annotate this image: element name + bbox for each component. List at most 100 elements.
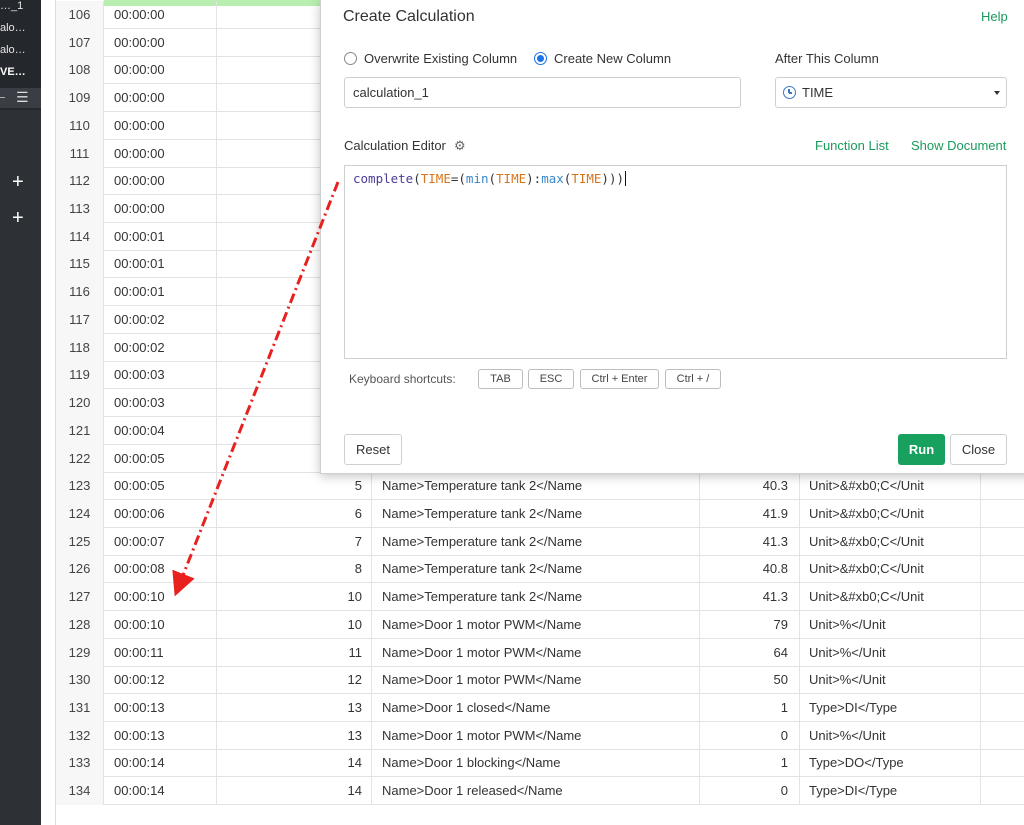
sidebar-tab-1[interactable]: …_1: [0, 0, 41, 17]
plus-icon[interactable]: +: [12, 172, 24, 192]
table-cell-time[interactable]: 00:00:10: [104, 583, 217, 611]
gear-icon[interactable]: ⚙: [454, 138, 466, 154]
table-cell-rn[interactable]: 134: [56, 777, 104, 805]
table-cell-rn[interactable]: 121: [56, 417, 104, 445]
table-cell-unit[interactable]: Unit>&#xb0;C</Unit: [800, 528, 981, 556]
table-cell-time[interactable]: 00:00:11: [104, 639, 217, 667]
table-cell-name[interactable]: Name>Temperature tank 2</Name: [372, 555, 700, 583]
table-cell-num[interactable]: 13: [217, 722, 372, 750]
table-cell-unit[interactable]: Unit>&#xb0;C</Unit: [800, 472, 981, 500]
table-cell-time[interactable]: 00:00:03: [104, 389, 217, 417]
table-cell-rn[interactable]: 114: [56, 223, 104, 251]
table-cell-num[interactable]: 10: [217, 611, 372, 639]
table-cell-empty[interactable]: [981, 583, 1024, 611]
table-cell-val[interactable]: 1: [700, 749, 800, 777]
table-cell-empty[interactable]: [981, 555, 1024, 583]
table-cell-rn[interactable]: 110: [56, 112, 104, 140]
table-cell-unit[interactable]: Unit>%</Unit: [800, 611, 981, 639]
calculation-editor[interactable]: complete(TIME=(min(TIME):max(TIME))): [344, 165, 1007, 359]
table-cell-val[interactable]: 79: [700, 611, 800, 639]
table-cell-rn[interactable]: 133: [56, 749, 104, 777]
table-cell-name[interactable]: Name>Door 1 closed</Name: [372, 694, 700, 722]
table-cell-val[interactable]: 0: [700, 777, 800, 805]
table-cell-rn[interactable]: 111: [56, 140, 104, 168]
table-cell-rn[interactable]: 129: [56, 639, 104, 667]
table-cell-val[interactable]: 40.8: [700, 555, 800, 583]
table-cell-rn[interactable]: 130: [56, 666, 104, 694]
table-cell-val[interactable]: 0: [700, 722, 800, 750]
run-button[interactable]: Run: [898, 434, 945, 465]
show-document-link[interactable]: Show Document: [911, 138, 1006, 153]
table-cell-name[interactable]: Name>Door 1 motor PWM</Name: [372, 722, 700, 750]
table-cell-name[interactable]: Name>Temperature tank 2</Name: [372, 500, 700, 528]
table-cell-name[interactable]: Name>Door 1 motor PWM</Name: [372, 666, 700, 694]
table-cell-time[interactable]: 00:00:08: [104, 555, 217, 583]
function-list-link[interactable]: Function List: [815, 138, 889, 153]
table-cell-rn[interactable]: 122: [56, 445, 104, 473]
table-cell-rn[interactable]: 112: [56, 167, 104, 195]
table-cell-time[interactable]: 00:00:03: [104, 361, 217, 389]
table-cell-time[interactable]: 00:00:00: [104, 29, 217, 57]
table-cell-time[interactable]: 00:00:02: [104, 334, 217, 362]
table-cell-unit[interactable]: Type>DI</Type: [800, 777, 981, 805]
table-cell-rn[interactable]: 109: [56, 84, 104, 112]
table-cell-unit[interactable]: Unit>%</Unit: [800, 666, 981, 694]
table-cell-empty[interactable]: [981, 749, 1024, 777]
table-cell-num[interactable]: 7: [217, 528, 372, 556]
table-cell-time[interactable]: 00:00:01: [104, 223, 217, 251]
table-cell-unit[interactable]: Unit>&#xb0;C</Unit: [800, 500, 981, 528]
table-cell-val[interactable]: 50: [700, 666, 800, 694]
table-cell-rn[interactable]: 116: [56, 278, 104, 306]
table-cell-rn[interactable]: 131: [56, 694, 104, 722]
table-cell-num[interactable]: 14: [217, 777, 372, 805]
table-cell-val[interactable]: 1: [700, 694, 800, 722]
table-cell-time[interactable]: 00:00:05: [104, 445, 217, 473]
table-cell-time[interactable]: 00:00:06: [104, 500, 217, 528]
table-cell-rn[interactable]: 106: [56, 1, 104, 29]
table-cell-empty[interactable]: [981, 722, 1024, 750]
sidebar-tab-active[interactable]: VE…: [0, 61, 41, 83]
table-cell-name[interactable]: Name>Temperature tank 2</Name: [372, 583, 700, 611]
table-cell-num[interactable]: 13: [217, 694, 372, 722]
table-cell-rn[interactable]: 118: [56, 334, 104, 362]
table-cell-name[interactable]: Name>Door 1 motor PWM</Name: [372, 639, 700, 667]
table-cell-empty[interactable]: [981, 694, 1024, 722]
reset-button[interactable]: Reset: [344, 434, 402, 465]
table-cell-time[interactable]: 00:00:02: [104, 306, 217, 334]
table-cell-time[interactable]: 00:00:14: [104, 749, 217, 777]
table-cell-time[interactable]: 00:00:00: [104, 167, 217, 195]
table-cell-unit[interactable]: Unit>%</Unit: [800, 639, 981, 667]
table-cell-empty[interactable]: [981, 777, 1024, 805]
table-cell-empty[interactable]: [981, 611, 1024, 639]
table-cell-unit[interactable]: Unit>%</Unit: [800, 722, 981, 750]
table-cell-unit[interactable]: Type>DO</Type: [800, 749, 981, 777]
table-cell-num[interactable]: 11: [217, 639, 372, 667]
table-cell-rn[interactable]: 108: [56, 56, 104, 84]
table-cell-time[interactable]: 00:00:00: [104, 112, 217, 140]
table-cell-val[interactable]: 41.3: [700, 583, 800, 611]
table-cell-rn[interactable]: 123: [56, 472, 104, 500]
table-cell-rn[interactable]: 115: [56, 250, 104, 278]
table-cell-rn[interactable]: 119: [56, 361, 104, 389]
table-cell-num[interactable]: 8: [217, 555, 372, 583]
table-cell-empty[interactable]: [981, 666, 1024, 694]
table-cell-val[interactable]: 41.9: [700, 500, 800, 528]
table-cell-rn[interactable]: 120: [56, 389, 104, 417]
table-cell-unit[interactable]: Type>DI</Type: [800, 694, 981, 722]
table-cell-time[interactable]: 00:00:07: [104, 528, 217, 556]
table-cell-num[interactable]: 10: [217, 583, 372, 611]
sidebar-tab-3[interactable]: alo…: [0, 39, 41, 61]
table-cell-rn[interactable]: 128: [56, 611, 104, 639]
sidebar-tab-2[interactable]: alo…: [0, 17, 41, 39]
table-cell-time[interactable]: 00:00:00: [104, 140, 217, 168]
table-cell-name[interactable]: Name>Door 1 motor PWM</Name: [372, 611, 700, 639]
table-cell-unit[interactable]: Unit>&#xb0;C</Unit: [800, 555, 981, 583]
table-cell-time[interactable]: 00:00:01: [104, 250, 217, 278]
new-column-name-input[interactable]: calculation_1: [344, 77, 741, 108]
table-cell-rn[interactable]: 132: [56, 722, 104, 750]
table-cell-time[interactable]: 00:00:04: [104, 417, 217, 445]
table-cell-rn[interactable]: 127: [56, 583, 104, 611]
table-cell-num[interactable]: 14: [217, 749, 372, 777]
table-cell-time[interactable]: 00:00:00: [104, 1, 217, 29]
table-cell-num[interactable]: 6: [217, 500, 372, 528]
